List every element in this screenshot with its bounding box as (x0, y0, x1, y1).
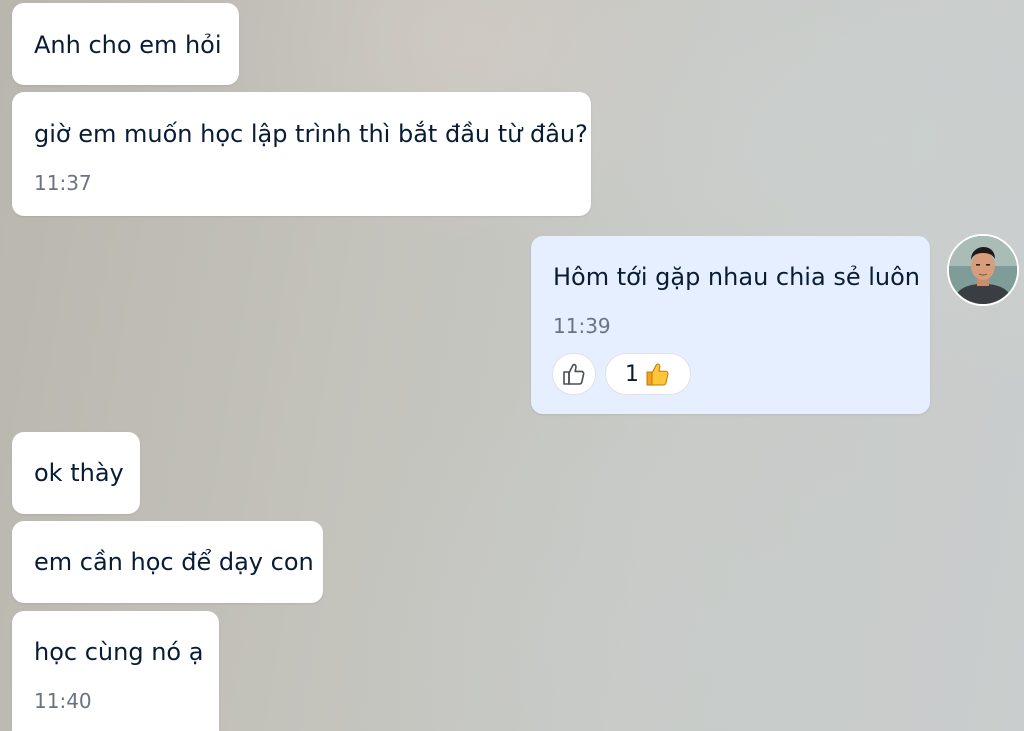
message-text: giờ em muốn học lập trình thì bắt đầu từ… (34, 120, 588, 148)
message-time: 11:37 (34, 171, 92, 195)
incoming-message[interactable]: ok thày (12, 432, 140, 514)
message-text: Hôm tới gặp nhau chia sẻ luôn (553, 263, 920, 291)
message-text: học cùng nó ạ (34, 638, 204, 666)
message-text: ok thày (34, 459, 124, 487)
thumbs-up-outline-icon (563, 363, 585, 385)
incoming-message[interactable]: học cùng nó ạ 11:40 (12, 611, 219, 731)
message-time: 11:40 (34, 689, 92, 713)
reaction-count: 1 (625, 361, 639, 387)
message-text: em cần học để dạy con (34, 548, 314, 576)
incoming-message[interactable]: em cần học để dạy con (12, 521, 323, 603)
user-photo (949, 236, 1017, 304)
outgoing-message[interactable]: Hôm tới gặp nhau chia sẻ luôn 11:39 1 (531, 236, 930, 414)
incoming-message[interactable]: giờ em muốn học lập trình thì bắt đầu từ… (12, 92, 591, 216)
incoming-message[interactable]: Anh cho em hỏi (12, 3, 239, 85)
avatar[interactable] (947, 234, 1019, 306)
thumbs-up-icon (646, 363, 669, 386)
message-text: Anh cho em hỏi (34, 31, 222, 59)
add-reaction-button[interactable] (552, 353, 596, 395)
reaction-count-badge[interactable]: 1 (605, 353, 691, 395)
message-time: 11:39 (553, 314, 611, 338)
